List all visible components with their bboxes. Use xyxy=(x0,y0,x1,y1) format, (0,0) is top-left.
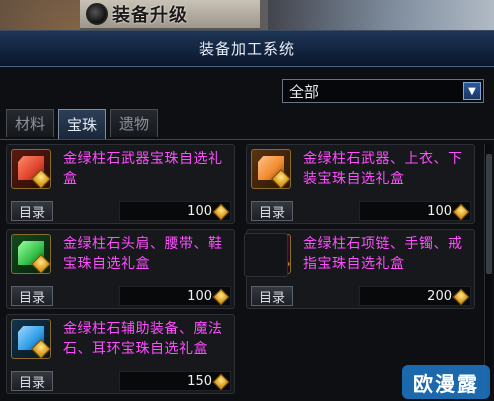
catalog-button[interactable]: 目录 xyxy=(11,201,53,221)
item-card[interactable]: 金绿柱石辅助装备、魔法石、耳环宝珠自选礼盒 目录 150 xyxy=(6,314,235,394)
equipment-processing-window: 装备加工系统 全部 ▼ 材料 宝珠 遗物 金绿柱石武器宝珠自选礼盒 目录 100… xyxy=(0,30,494,401)
list-scrollbar[interactable] xyxy=(484,144,492,394)
upgrade-emblem-icon xyxy=(86,3,108,25)
item-card[interactable]: 金绿柱石头肩、腰带、鞋宝珠自选礼盒 目录 100 xyxy=(6,229,235,309)
coin-icon xyxy=(212,203,230,221)
window-title: 装备加工系统 xyxy=(198,40,295,58)
item-card[interactable]: 金绿柱石武器、上衣、下装宝珠自选礼盒 目录 100 xyxy=(246,144,475,224)
item-name: 金绿柱石辅助装备、魔法石、耳环宝珠自选礼盒 xyxy=(63,321,223,357)
price-display: 150 xyxy=(119,371,231,391)
price-display: 200 xyxy=(359,286,471,306)
tab-materials[interactable]: 材料 xyxy=(6,109,55,137)
item-name: 金绿柱石武器、上衣、下装宝珠自选礼盒 xyxy=(303,151,463,187)
coin-icon xyxy=(452,203,470,221)
catalog-button[interactable]: 目录 xyxy=(11,371,53,391)
item-name: 金绿柱石武器宝珠自选礼盒 xyxy=(63,151,223,187)
catalog-button[interactable]: 目录 xyxy=(11,286,53,306)
catalog-button[interactable]: 目录 xyxy=(251,286,293,306)
price-value: 100 xyxy=(187,288,212,304)
coin-icon xyxy=(212,373,230,391)
chevron-down-icon[interactable]: ▼ xyxy=(463,82,481,100)
price-display: 100 xyxy=(119,201,231,221)
watermark-logo: 欧漫露 xyxy=(402,365,490,399)
coin-icon xyxy=(452,288,470,306)
item-name: 金绿柱石头肩、腰带、鞋宝珠自选礼盒 xyxy=(63,236,223,272)
price-value: 100 xyxy=(187,203,212,219)
tab-gems[interactable]: 宝珠 xyxy=(58,109,107,139)
price-display: 100 xyxy=(119,286,231,306)
tab-relics[interactable]: 遗物 xyxy=(110,109,159,137)
red-gem-box-icon[interactable] xyxy=(11,149,51,189)
price-value: 200 xyxy=(427,288,452,304)
banner-title: 装备升级 xyxy=(112,5,188,26)
top-banner: 装备升级 xyxy=(80,0,260,30)
category-filter-dropdown[interactable]: 全部 ▼ xyxy=(282,79,484,103)
coin-icon xyxy=(212,288,230,306)
item-card[interactable]: 金绿柱石武器宝珠自选礼盒 目录 100 xyxy=(6,144,235,224)
catalog-button[interactable]: 目录 xyxy=(251,201,293,221)
empty-item-slot xyxy=(244,233,288,277)
item-name: 金绿柱石项链、手镯、戒指宝珠自选礼盒 xyxy=(303,236,463,272)
price-display: 100 xyxy=(359,201,471,221)
scroll-thumb[interactable] xyxy=(486,154,492,274)
green-gem-box-icon[interactable] xyxy=(11,234,51,274)
blue-gem-box-icon[interactable] xyxy=(11,319,51,359)
filter-selected-value: 全部 xyxy=(289,82,320,101)
window-titlebar: 装备加工系统 xyxy=(0,31,494,67)
tab-divider xyxy=(0,139,494,140)
price-value: 150 xyxy=(187,373,212,389)
orange-gem-box-icon[interactable] xyxy=(251,149,291,189)
price-value: 100 xyxy=(427,203,452,219)
category-tabs: 材料 宝珠 遗物 xyxy=(6,109,162,139)
